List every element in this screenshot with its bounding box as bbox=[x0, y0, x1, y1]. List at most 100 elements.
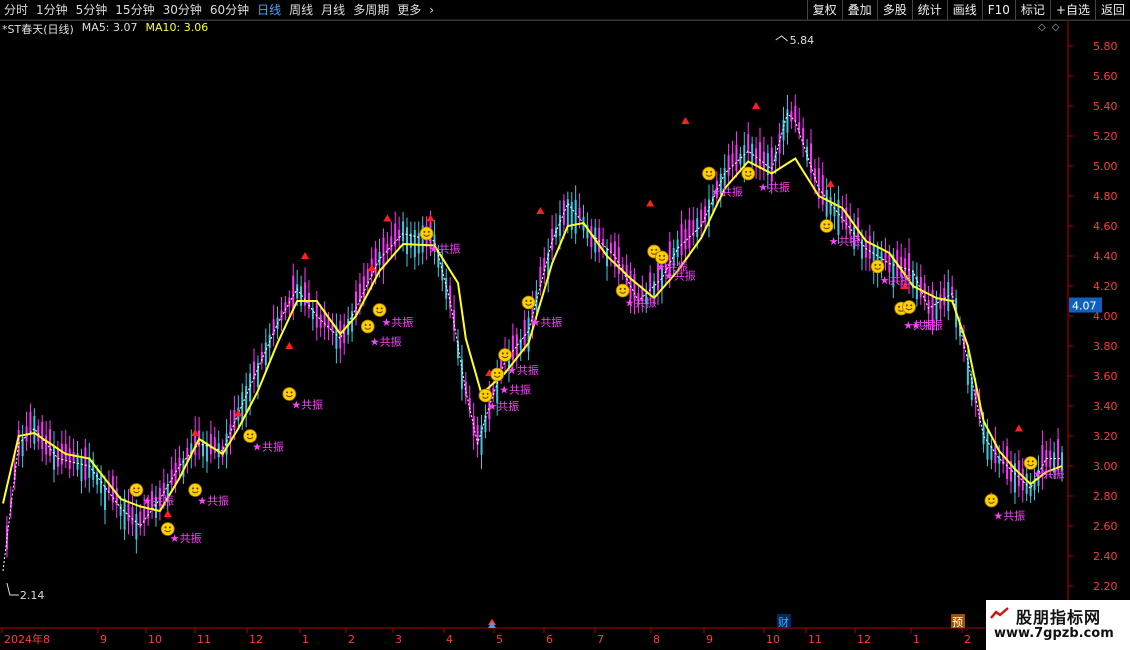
up-arrow-icon bbox=[191, 429, 200, 436]
candle-body bbox=[343, 324, 346, 344]
logo-icon bbox=[990, 607, 1009, 619]
x-tick-label: 2 bbox=[348, 633, 355, 646]
candle-body bbox=[696, 218, 699, 238]
resonance-label: ★共振 bbox=[499, 383, 531, 397]
candle-body bbox=[453, 310, 456, 331]
candle-body bbox=[700, 209, 703, 227]
candle-body bbox=[131, 507, 134, 525]
candle-body bbox=[888, 252, 891, 273]
smile-icon bbox=[419, 226, 434, 241]
kline-chart[interactable]: 2.202.402.602.803.003.203.403.603.804.00… bbox=[0, 0, 1130, 650]
y-tick-label: 2.40 bbox=[1093, 550, 1118, 563]
resonance-label: ★共振 bbox=[993, 509, 1025, 523]
x-tick-label: 7 bbox=[597, 633, 604, 646]
candle-body bbox=[617, 247, 620, 274]
y-tick-label: 5.60 bbox=[1093, 70, 1118, 83]
up-arrow-icon bbox=[285, 342, 294, 349]
x-tick-label: 5 bbox=[496, 633, 503, 646]
finance-badge-label: 财 bbox=[778, 615, 789, 629]
y-tick-label: 5.20 bbox=[1093, 130, 1118, 143]
up-arrow-icon bbox=[383, 214, 392, 222]
x-tick-label: 8 bbox=[653, 633, 660, 646]
candle-body bbox=[41, 421, 44, 450]
resonance-label: ★共振 bbox=[429, 242, 461, 256]
candle-body bbox=[794, 105, 797, 122]
up-arrow-icon bbox=[426, 214, 435, 222]
resonance-label: ★共振 bbox=[880, 273, 912, 287]
x-tick-label: 9 bbox=[100, 633, 107, 646]
x-tick-label: 2 bbox=[964, 633, 971, 646]
candle-body bbox=[80, 456, 83, 482]
candle-body bbox=[825, 190, 828, 217]
y-tick-label: 4.60 bbox=[1093, 220, 1118, 233]
candle-body bbox=[602, 239, 605, 247]
candle-body bbox=[919, 276, 922, 298]
smile-icon bbox=[521, 295, 536, 310]
y-tick-label: 3.20 bbox=[1093, 430, 1118, 443]
smile-icon bbox=[655, 250, 669, 265]
candle-body bbox=[233, 409, 236, 431]
up-arrow-icon bbox=[367, 264, 376, 271]
smile-icon bbox=[360, 319, 375, 334]
x-tick-label: 11 bbox=[808, 633, 822, 646]
smile-icon bbox=[160, 522, 175, 536]
x-tick-label: 10 bbox=[766, 633, 780, 646]
candle-body bbox=[119, 504, 122, 516]
candle-body bbox=[245, 385, 248, 413]
candle-body bbox=[598, 227, 601, 253]
candle-body bbox=[778, 133, 781, 154]
candle-body bbox=[841, 209, 844, 223]
x-tick-label: 4 bbox=[446, 633, 453, 646]
candle-body bbox=[739, 153, 742, 165]
candle-body bbox=[653, 281, 656, 298]
y-tick-label: 2.60 bbox=[1093, 520, 1118, 533]
candle-body bbox=[970, 376, 973, 400]
candle-body bbox=[527, 317, 530, 352]
resonance-label: ★共振 bbox=[625, 296, 657, 310]
candle-body bbox=[460, 359, 463, 390]
candle-body bbox=[829, 196, 832, 215]
watermark: 股朋指标网 www.7gpzb.com bbox=[986, 600, 1130, 650]
candle-body bbox=[1057, 439, 1060, 471]
candle-body bbox=[688, 219, 691, 249]
candle-body bbox=[798, 122, 801, 133]
candle-body bbox=[253, 361, 256, 380]
resonance-label: ★共振 bbox=[507, 363, 539, 377]
candle-body bbox=[558, 215, 561, 236]
resonance-label: ★共振 bbox=[1033, 467, 1065, 481]
candle-body bbox=[123, 498, 126, 530]
resonance-label: ★共振 bbox=[758, 180, 790, 194]
y-tick-label: 2.80 bbox=[1093, 490, 1118, 503]
candle-body bbox=[29, 411, 32, 435]
resonance-label: ★共振 bbox=[170, 531, 202, 545]
candle-body bbox=[809, 143, 812, 173]
candle-body bbox=[731, 153, 734, 167]
candle-body bbox=[649, 272, 652, 293]
candle-body bbox=[704, 206, 707, 223]
candle-body bbox=[296, 284, 299, 299]
y-tick-label: 3.60 bbox=[1093, 370, 1118, 383]
candle-body bbox=[758, 142, 761, 169]
candle-body bbox=[1049, 450, 1052, 468]
candle-body bbox=[939, 294, 942, 310]
smile-icon bbox=[1023, 456, 1038, 470]
smile-icon bbox=[243, 429, 258, 443]
candle-body bbox=[476, 424, 479, 445]
current-price-label: 4.07 bbox=[1072, 300, 1097, 313]
x-tick-label: 9 bbox=[706, 633, 713, 646]
up-arrow-icon bbox=[681, 117, 690, 124]
candle-body bbox=[68, 448, 71, 470]
candle-body bbox=[260, 352, 263, 363]
candle-body bbox=[986, 431, 989, 460]
candle-body bbox=[103, 485, 106, 510]
candle-body bbox=[1021, 468, 1024, 491]
candle-body bbox=[927, 300, 930, 314]
candle-body bbox=[311, 308, 314, 320]
up-arrow-icon bbox=[646, 199, 655, 207]
candle-body bbox=[723, 167, 726, 186]
resonance-label: ★共振 bbox=[531, 315, 563, 329]
candle-body bbox=[472, 415, 475, 436]
candle-body bbox=[33, 415, 36, 444]
x-tick-label: 1 bbox=[302, 633, 309, 646]
resonance-label: ★共振 bbox=[487, 399, 519, 413]
